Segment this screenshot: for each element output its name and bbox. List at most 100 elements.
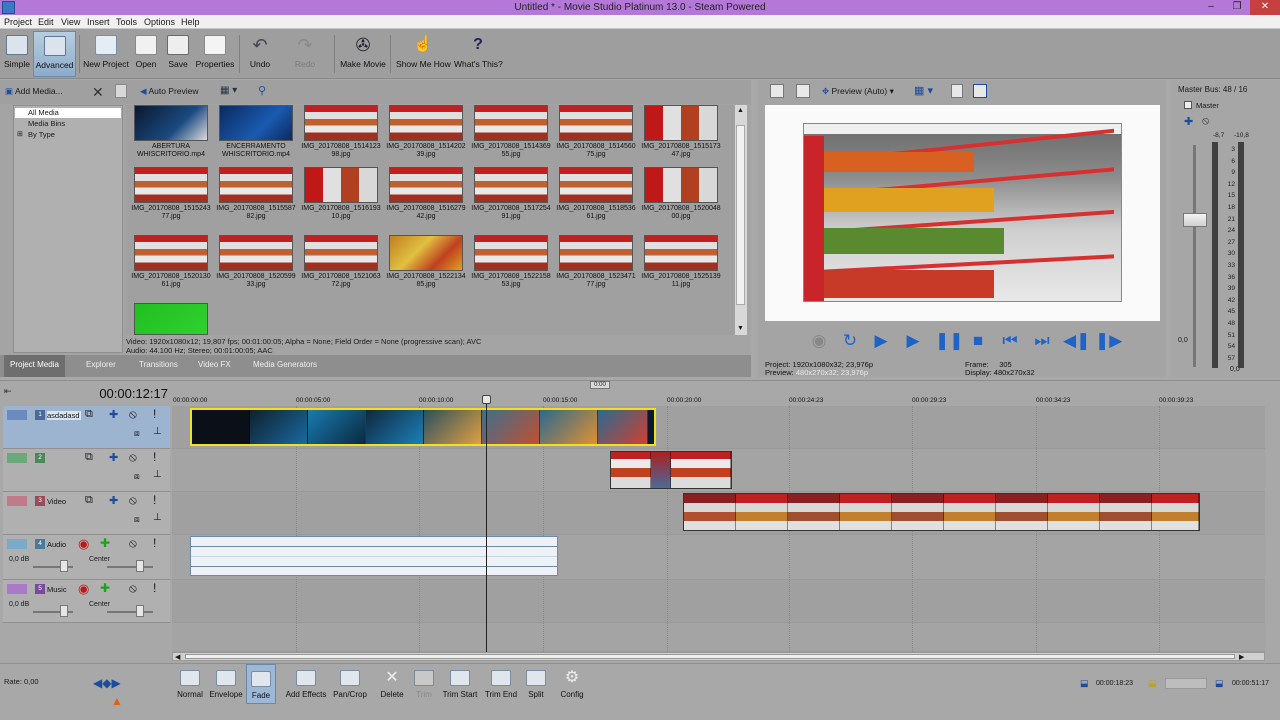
maximize-button[interactable]: ❐ bbox=[1224, 0, 1250, 15]
trim-start-button[interactable]: Trim Start bbox=[442, 668, 478, 699]
copy-snapshot-icon[interactable] bbox=[951, 84, 963, 98]
undo-button[interactable]: ↶ Undo bbox=[246, 31, 274, 77]
go-to-end-button[interactable]: ⏭ bbox=[1031, 330, 1053, 352]
track-header-3[interactable]: 3 Video ⧉ ✚ ⦸ ! ⧈ ⊥ bbox=[3, 492, 170, 535]
save-snapshot-icon[interactable] bbox=[973, 84, 987, 98]
playhead-cursor[interactable] bbox=[486, 395, 487, 653]
tab-media-generators[interactable]: Media Generators bbox=[247, 360, 323, 369]
play-button[interactable]: ▶ bbox=[902, 330, 924, 352]
track-motion-icon[interactable]: ⧉ bbox=[85, 494, 93, 507]
pan-crop-button[interactable]: Pan/Crop bbox=[331, 668, 369, 699]
close-button[interactable]: ✕ bbox=[1250, 0, 1280, 15]
media-thumb[interactable]: IMG_20170808_1520048 00.jpg bbox=[641, 167, 721, 221]
loop-button[interactable]: ↻ bbox=[839, 330, 861, 352]
pan-slider-thumb[interactable] bbox=[136, 605, 144, 617]
media-properties-icon[interactable] bbox=[115, 84, 127, 98]
menu-tools[interactable]: Tools bbox=[112, 16, 141, 28]
play-from-start-button[interactable]: ▶ bbox=[870, 330, 892, 352]
track-fx-icon[interactable]: ✚ bbox=[100, 581, 110, 595]
track-name[interactable]: Video bbox=[47, 497, 81, 506]
track-fx-icon[interactable]: ✚ bbox=[109, 408, 118, 421]
menu-options[interactable]: Options bbox=[140, 16, 179, 28]
show-me-how-button[interactable]: ☝ Show Me How bbox=[396, 31, 451, 77]
mute-icon[interactable]: ⦸ bbox=[129, 407, 137, 422]
track-lane-5[interactable] bbox=[172, 580, 1265, 623]
solo-icon[interactable]: ! bbox=[153, 581, 156, 595]
media-thumb[interactable]: IMG_20170808_1515173 47.jpg bbox=[641, 105, 721, 159]
media-thumb[interactable] bbox=[131, 303, 211, 335]
media-thumb[interactable]: IMG_20170808_1522134 85.jpg bbox=[386, 235, 466, 289]
envelope-tool-button[interactable]: Envelope bbox=[208, 668, 244, 699]
properties-button[interactable]: Properties bbox=[195, 31, 235, 77]
image-clip[interactable] bbox=[610, 451, 732, 489]
expand-track-icon[interactable]: ⊥ bbox=[153, 469, 162, 480]
expand-track-icon[interactable]: ⊥ bbox=[153, 512, 162, 523]
track-header-1[interactable]: 1 asdadasd ⧉ ✚ ⦸ ! ⧈ ⊥ bbox=[3, 406, 170, 449]
mute-icon[interactable]: ⦸ bbox=[129, 536, 137, 551]
pan-slider[interactable] bbox=[107, 611, 153, 613]
tab-project-media[interactable]: Project Media bbox=[4, 355, 65, 377]
view-mode-dropdown[interactable]: ▦ ▾ bbox=[220, 85, 248, 99]
media-thumb[interactable]: IMG_20170808_1523471 77.jpg bbox=[556, 235, 636, 289]
preview-settings-icon[interactable] bbox=[770, 84, 784, 98]
pause-button[interactable]: ❚❚ bbox=[935, 330, 964, 352]
selection-start-icon[interactable]: ⬓ bbox=[1080, 678, 1089, 689]
track-name[interactable]: Music bbox=[47, 585, 67, 594]
track-fx-icon[interactable]: ✚ bbox=[109, 494, 118, 507]
scroll-down-icon[interactable]: ▼ bbox=[737, 325, 744, 332]
media-thumb[interactable]: ABERTURA WHISCRITORIO.mp4 bbox=[131, 105, 211, 159]
tab-explorer[interactable]: Explorer bbox=[80, 360, 122, 369]
solo-icon[interactable]: ! bbox=[153, 493, 156, 507]
media-thumb[interactable]: IMG_20170808_1525139 11.jpg bbox=[641, 235, 721, 289]
track-fx-icon[interactable]: ✚ bbox=[109, 451, 118, 464]
whats-this-button[interactable]: ? What's This? bbox=[454, 31, 503, 77]
previous-frame-button[interactable]: ◀❚ bbox=[1063, 330, 1090, 352]
master-fader-knob[interactable] bbox=[1183, 213, 1207, 227]
simple-button[interactable]: Simple bbox=[3, 31, 31, 77]
media-thumb[interactable]: IMG_20170808_1516193 10.jpg bbox=[301, 167, 381, 221]
media-thumb[interactable]: IMG_20170808_1521063 72.jpg bbox=[301, 235, 381, 289]
track-name[interactable]: asdadasd bbox=[47, 411, 81, 420]
media-thumb[interactable]: IMG_20170808_1514123 98.jpg bbox=[301, 105, 381, 159]
scroll-up-icon[interactable]: ▲ bbox=[737, 107, 744, 114]
selection-end-icon[interactable]: ⬓ bbox=[1215, 678, 1224, 689]
expand-icon[interactable]: ⊞ bbox=[17, 130, 23, 138]
media-thumb[interactable]: IMG_20170808_1520599 33.jpg bbox=[216, 235, 296, 289]
track-motion-icon[interactable]: ⧉ bbox=[85, 408, 93, 421]
scroll-left-icon[interactable]: ◀ bbox=[175, 653, 180, 661]
trim-end-button[interactable]: Trim End bbox=[484, 668, 518, 699]
solo-icon[interactable]: ! bbox=[153, 407, 156, 421]
media-thumb[interactable]: IMG_20170808_1518536 61.jpg bbox=[556, 167, 636, 221]
playhead-handle[interactable] bbox=[482, 395, 491, 404]
search-icon[interactable]: ⚲ bbox=[258, 84, 266, 97]
volume-slider-thumb[interactable] bbox=[60, 560, 68, 572]
loop-region[interactable]: 0:00 bbox=[590, 381, 610, 389]
mute-icon[interactable]: ⦸ bbox=[129, 493, 137, 508]
scroll-thumb[interactable] bbox=[185, 654, 1235, 659]
normal-tool-button[interactable]: Normal bbox=[175, 668, 205, 699]
timeline-ruler[interactable]: 00:00:00:00 00:00:05:00 00:00:10:00 00:0… bbox=[172, 393, 1280, 407]
pan-slider-thumb[interactable] bbox=[136, 560, 144, 572]
stop-button[interactable]: ■ bbox=[967, 330, 989, 352]
remove-media-icon[interactable]: ✕ bbox=[92, 84, 104, 101]
compositing-icon[interactable]: ⧈ bbox=[134, 471, 140, 482]
media-thumb[interactable]: IMG_20170808_1516279 42.jpg bbox=[386, 167, 466, 221]
record-button[interactable]: ◉ bbox=[808, 330, 830, 352]
media-thumb[interactable]: IMG_20170808_1515587 82.jpg bbox=[216, 167, 296, 221]
record-arm-icon[interactable]: ◉ bbox=[78, 536, 89, 552]
tab-transitions[interactable]: Transitions bbox=[133, 360, 184, 369]
next-frame-button[interactable]: ❚▶ bbox=[1095, 330, 1122, 352]
media-thumb[interactable]: IMG_20170808_1517254 91.jpg bbox=[471, 167, 551, 221]
media-scrollbar[interactable]: ▲ ▼ bbox=[735, 105, 747, 335]
external-monitor-icon[interactable] bbox=[796, 84, 810, 98]
tab-video-fx[interactable]: Video FX bbox=[192, 360, 237, 369]
redo-button[interactable]: ↷ Redo bbox=[291, 31, 319, 77]
add-effects-button[interactable]: Add Effects bbox=[285, 668, 327, 699]
media-thumb[interactable]: IMG_20170808_1515243 77.jpg bbox=[131, 167, 211, 221]
track-header-4[interactable]: 4 Audio ◉ ✚ ⦸ ! 0,0 dB Center bbox=[3, 535, 170, 580]
track-name[interactable]: Audio bbox=[47, 540, 66, 549]
volume-slider-thumb[interactable] bbox=[60, 605, 68, 617]
pan-slider[interactable] bbox=[107, 566, 153, 568]
open-button[interactable]: Open bbox=[133, 31, 159, 77]
compositing-icon[interactable]: ⧈ bbox=[134, 428, 140, 439]
